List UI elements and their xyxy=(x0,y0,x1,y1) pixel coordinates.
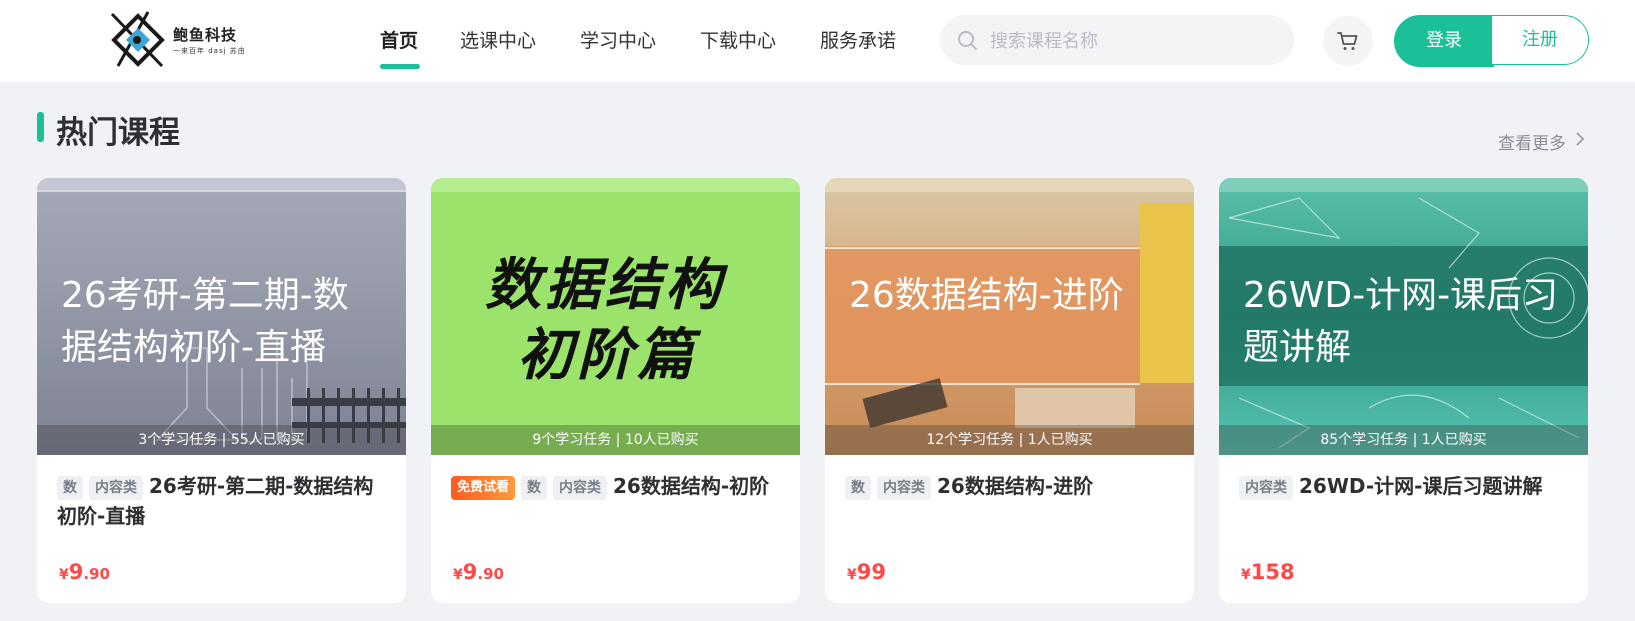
logo-diamond-icon xyxy=(110,11,165,68)
currency-symbol: ¥ xyxy=(59,567,69,583)
course-price: ¥158 xyxy=(1241,560,1295,584)
card-body: 数内容类 26考研-第二期-数据结构初阶-直播 xyxy=(57,471,387,531)
nav-service-promise[interactable]: 服务承诺 xyxy=(820,26,896,53)
tag-subject: 数 xyxy=(57,475,83,500)
currency-symbol: ¥ xyxy=(453,567,463,583)
shopping-cart-icon xyxy=(1337,32,1358,50)
card-body: 内容类 26WD-计网-课后习题讲解 xyxy=(1239,471,1569,501)
cover-headline-1: 数据结构 xyxy=(485,253,725,318)
price-decimal: .90 xyxy=(83,565,110,583)
tag-type: 内容类 xyxy=(89,475,143,500)
section-accent-bar xyxy=(37,112,44,142)
price-integer: 9 xyxy=(68,560,84,584)
course-price: ¥99 xyxy=(847,560,886,584)
tag-type: 内容类 xyxy=(1239,475,1293,500)
search-input[interactable] xyxy=(988,15,1282,67)
cover-meta: 3个学习任务 | 55人已购买 xyxy=(37,425,406,455)
course-cover[interactable]: 26WD-计网-课后习题讲解 85个学习任务 | 1人已购买 xyxy=(1219,178,1588,455)
cover-title: 26数据结构-进阶 xyxy=(849,275,1124,316)
price-decimal: .90 xyxy=(477,565,504,583)
course-card[interactable]: 26WD-计网-课后习题讲解 85个学习任务 | 1人已购买 内容类 26WD-计… xyxy=(1219,178,1588,603)
cover-meta: 85个学习任务 | 1人已购买 xyxy=(1219,425,1588,455)
price-integer: 158 xyxy=(1250,560,1295,584)
cover-meta: 9个学习任务 | 10人已购买 xyxy=(431,425,800,455)
course-cover[interactable]: 26数据结构-进阶 12个学习任务 | 1人已购买 xyxy=(825,178,1194,455)
tag-type: 内容类 xyxy=(877,475,931,500)
currency-symbol: ¥ xyxy=(847,567,857,583)
cart-button[interactable] xyxy=(1323,16,1373,66)
card-body: 数内容类 26数据结构-进阶 xyxy=(845,471,1175,501)
course-title[interactable]: 26数据结构-初阶 xyxy=(613,474,769,498)
see-more-label: 查看更多 xyxy=(1498,134,1566,154)
register-button[interactable]: 注册 xyxy=(1491,15,1589,65)
currency-symbol: ¥ xyxy=(1241,567,1251,583)
card-body: 免费试看数内容类 26数据结构-初阶 xyxy=(451,471,781,501)
search-box[interactable] xyxy=(940,15,1294,67)
course-cover[interactable]: 26考研-第二期-数据结构初阶-直播 3个学习任务 | 55人已购买 xyxy=(37,178,406,455)
course-card[interactable]: 26数据结构-进阶 12个学习任务 | 1人已购买 数内容类 26数据结构-进阶 … xyxy=(825,178,1194,603)
course-price: ¥9.90 xyxy=(59,560,110,584)
search-icon[interactable] xyxy=(956,29,978,51)
nav-course-center[interactable]: 选课中心 xyxy=(460,26,536,53)
tag-type: 内容类 xyxy=(553,475,608,500)
price-integer: 99 xyxy=(856,560,886,584)
cover-meta: 12个学习任务 | 1人已购买 xyxy=(825,425,1194,455)
tag-subject: 数 xyxy=(845,475,871,500)
course-price: ¥9.90 xyxy=(453,560,504,584)
top-header: 鲍鱼科技 一来百年 dasj 苏由 首页 选课中心 学习中心 下载中心 服务承诺… xyxy=(0,0,1635,82)
tag-subject: 数 xyxy=(521,475,548,500)
chevron-right-icon xyxy=(1576,132,1585,146)
nav-learning-center[interactable]: 学习中心 xyxy=(580,26,656,53)
cover-headline-2: 初阶篇 xyxy=(517,323,697,388)
course-title[interactable]: 26WD-计网-课后习题讲解 xyxy=(1299,474,1542,498)
nav-home[interactable]: 首页 xyxy=(380,26,418,53)
nav-active-indicator xyxy=(380,64,420,69)
see-more-link[interactable]: 查看更多 xyxy=(1498,129,1585,154)
brand-logo[interactable]: 鲍鱼科技 一来百年 dasj 苏由 xyxy=(108,10,248,70)
course-title[interactable]: 26数据结构-进阶 xyxy=(937,474,1093,498)
brand-name: 鲍鱼科技 xyxy=(173,26,238,44)
section-title: 热门课程 xyxy=(56,115,180,151)
course-cover[interactable]: 数据结构 初阶篇 9个学习任务 | 10人已购买 xyxy=(431,178,800,455)
nav-download-center[interactable]: 下载中心 xyxy=(700,26,776,53)
free-trial-badge: 免费试看 xyxy=(451,475,516,500)
brand-slogan: 一来百年 dasj 苏由 xyxy=(173,47,246,55)
price-integer: 9 xyxy=(462,560,478,584)
course-card[interactable]: 26考研-第二期-数据结构初阶-直播 3个学习任务 | 55人已购买 数内容类 2… xyxy=(37,178,406,603)
cover-title: 26WD-计网-课后习题讲解 xyxy=(1243,275,1559,368)
login-button[interactable]: 登录 xyxy=(1394,15,1494,67)
course-card[interactable]: 数据结构 初阶篇 9个学习任务 | 10人已购买 免费试看数内容类 26数据结构-… xyxy=(431,178,800,603)
cover-title: 26考研-第二期-数据结构初阶-直播 xyxy=(61,275,349,368)
